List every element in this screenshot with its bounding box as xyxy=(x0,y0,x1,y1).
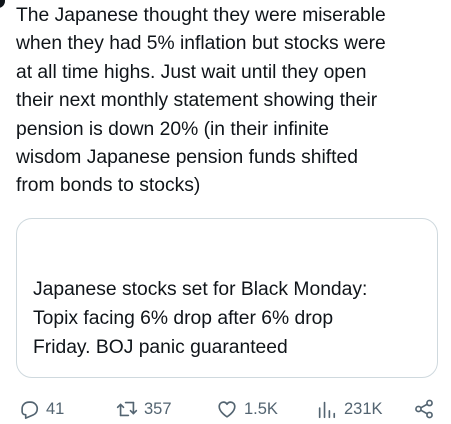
heart-icon xyxy=(218,401,236,418)
quoted-tweet-text-line: Japanese stocks set for Black Monday: xyxy=(33,279,368,300)
like-button[interactable]: 1.5K xyxy=(216,394,278,424)
tweet-text-line: at all time highs. Just wait until they … xyxy=(16,61,367,83)
reply-icon xyxy=(21,401,39,419)
tweet-action-bar: 41 357 1.5K 231K xyxy=(0,394,451,424)
views-count: 231K xyxy=(344,399,383,418)
retweet-button[interactable]: 357 xyxy=(116,394,172,424)
quoted-tweet-text-line: Friday. BOJ panic guaranteed xyxy=(33,337,288,358)
quoted-tweet-card[interactable]: Japanese stocks set for Black Monday: To… xyxy=(16,218,438,378)
retweet-icon xyxy=(116,401,138,417)
like-count: 1.5K xyxy=(244,399,278,418)
tweet-text-line: from bonds to stocks) xyxy=(16,175,201,197)
views-icon xyxy=(318,401,336,419)
tweet-text-line: their next monthly statement showing the… xyxy=(16,90,378,112)
reply-count: 41 xyxy=(46,399,65,418)
views-button[interactable]: 231K xyxy=(316,394,383,424)
thread-connector xyxy=(0,0,5,8)
tweet-text-line: The Japanese thought they were miserable xyxy=(16,5,386,26)
tweet-text-line: wisdom Japanese pension funds shifted xyxy=(16,147,358,169)
share-button[interactable] xyxy=(413,394,435,424)
tweet-text-line: pension is down 20% (in their infinite xyxy=(16,118,329,140)
retweet-count: 357 xyxy=(144,399,172,418)
reply-button[interactable]: 41 xyxy=(18,394,64,424)
tweet-text: The Japanese thought they were miserable… xyxy=(16,2,442,201)
quoted-tweet-text-line: Topix facing 6% drop after 6% drop xyxy=(33,308,334,329)
share-icon xyxy=(415,399,433,419)
quoted-tweet-text: Japanese stocks set for Black Monday: To… xyxy=(33,275,425,362)
tweet-text-line: when they had 5% inflation but stocks we… xyxy=(16,33,386,55)
